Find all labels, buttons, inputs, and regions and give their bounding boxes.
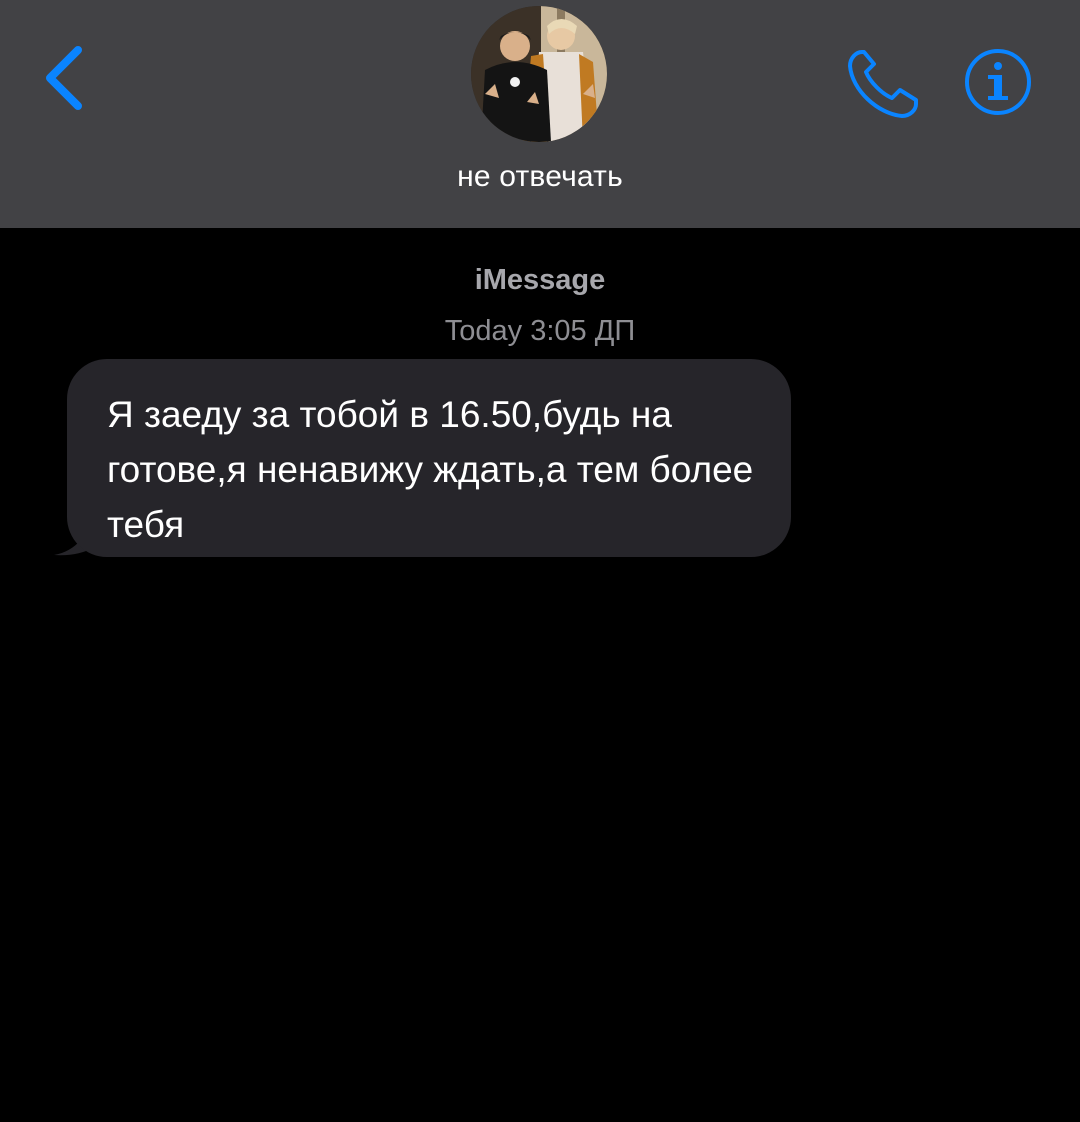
service-label: iMessage <box>474 264 606 296</box>
phone-icon <box>848 50 918 118</box>
contact-name[interactable]: не отвечать <box>0 160 1080 194</box>
incoming-message[interactable]: Я заеду за тобой в 16.50,будь на готове,… <box>50 359 792 559</box>
back-button[interactable] <box>36 36 100 120</box>
chevron-left-icon <box>46 46 82 110</box>
contact-avatar[interactable] <box>471 6 607 142</box>
message-bubble: Я заеду за тобой в 16.50,будь на готове,… <box>67 359 791 557</box>
message-timestamp: Today 3:05 ДП <box>444 315 636 347</box>
conversation-header: не отвечать <box>0 0 1080 228</box>
info-button[interactable] <box>962 46 1034 118</box>
avatar-photo <box>471 6 607 142</box>
message-text: Я заеду за тобой в 16.50,будь на готове,… <box>107 394 754 545</box>
call-button[interactable] <box>842 46 922 122</box>
messages-screen: не отвечать iMessage Today 3:05 ДП Я зае… <box>0 0 1080 1122</box>
info-icon <box>965 49 1031 115</box>
